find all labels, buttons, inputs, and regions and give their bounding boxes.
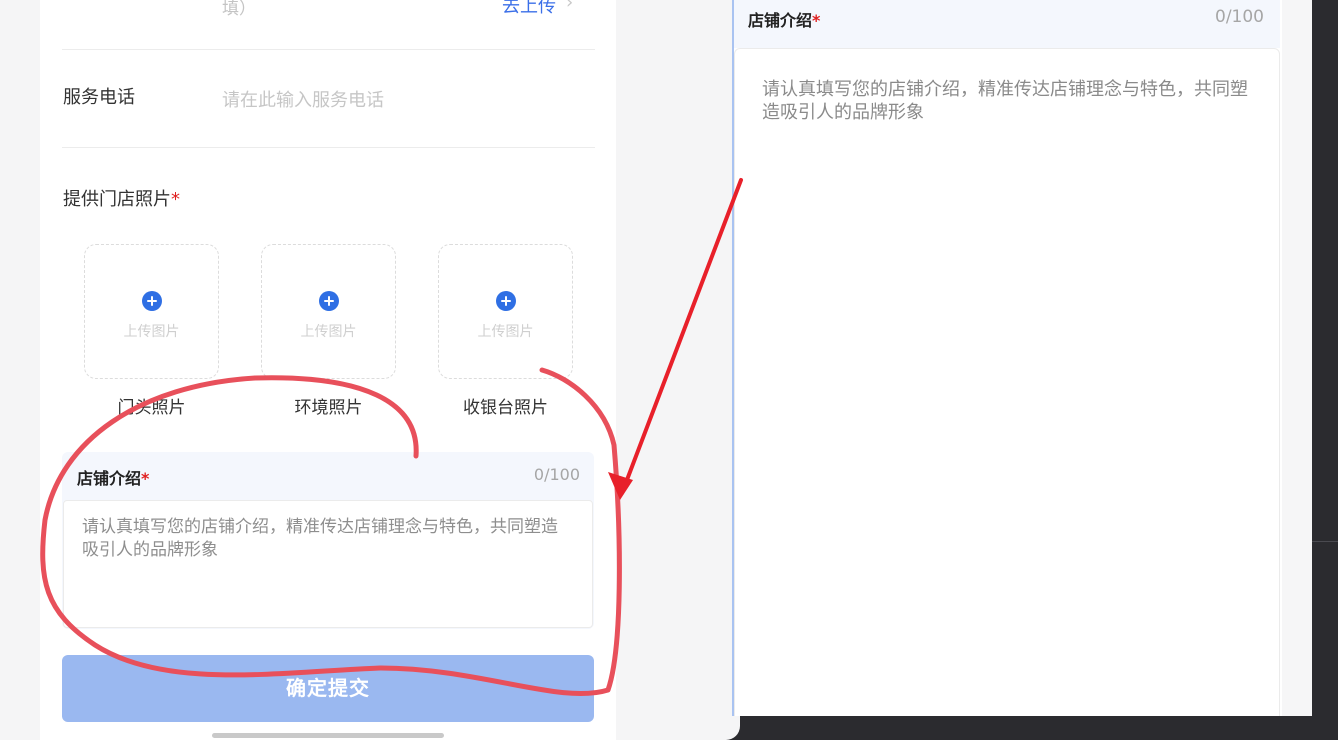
upload-storefront-photo[interactable]: 上传图片 [84, 244, 219, 379]
service-phone-label: 服务电话 [63, 87, 135, 108]
upload-link[interactable]: 去上传 [502, 0, 556, 18]
service-phone-input[interactable]: 请在此输入服务电话 [222, 86, 384, 112]
required-mark: * [171, 189, 180, 210]
cashier-photo-label: 收银台照片 [463, 398, 548, 418]
char-counter: 0/100 [533, 465, 580, 484]
upload-text: 上传图片 [477, 324, 534, 340]
upload-environment-photo[interactable]: 上传图片 [261, 244, 396, 379]
zoomed-intro-panel: 店铺介绍* 0/100 请认真填写您的店铺介绍，精准传达店铺理念与特色，共同塑造… [732, 0, 1312, 716]
divider [1312, 541, 1338, 542]
divider [62, 49, 595, 50]
plus-circle-icon [319, 291, 339, 311]
zoom-intro-placeholder: 请认真填写您的店铺介绍，精准传达店铺理念与特色，共同塑造吸引人的品牌形象 [762, 79, 1248, 123]
plus-circle-icon [142, 291, 162, 311]
upload-cashier-photo[interactable]: 上传图片 [438, 244, 573, 379]
home-indicator [212, 733, 444, 738]
side-strip [1282, 0, 1312, 716]
mobile-form-screen: 填） 去上传 › 服务电话 请在此输入服务电话 提供门店照片* 上传图片 上传图… [0, 0, 740, 740]
submit-button[interactable]: 确定提交 [62, 655, 594, 722]
zoom-intro-header: 店铺介绍* 0/100 [734, 0, 1280, 48]
store-intro-textarea[interactable]: 请认真填写您的店铺介绍，精准传达店铺理念与特色，共同塑造吸引人的品牌形象 [63, 500, 593, 628]
previous-row-text: 填） [222, 0, 256, 19]
zoom-intro-textarea[interactable] [734, 48, 1280, 716]
chevron-right-icon[interactable]: › [566, 0, 573, 13]
upload-text: 上传图片 [300, 324, 357, 340]
upload-text: 上传图片 [123, 324, 180, 340]
environment-photo-label: 环境照片 [294, 398, 363, 418]
store-intro-title: 店铺介绍* [77, 469, 150, 488]
required-mark: * [812, 11, 821, 30]
zoom-intro-title: 店铺介绍* [748, 11, 821, 30]
store-intro-card: 店铺介绍* 0/100 请认真填写您的店铺介绍，精准传达店铺理念与特色，共同塑造… [62, 452, 594, 629]
zoom-char-counter: 0/100 [1215, 7, 1264, 27]
store-photos-title: 提供门店照片* [63, 189, 180, 210]
storefront-photo-label: 门头照片 [117, 398, 186, 418]
required-mark: * [141, 469, 150, 488]
plus-circle-icon [496, 291, 516, 311]
divider [62, 147, 595, 148]
